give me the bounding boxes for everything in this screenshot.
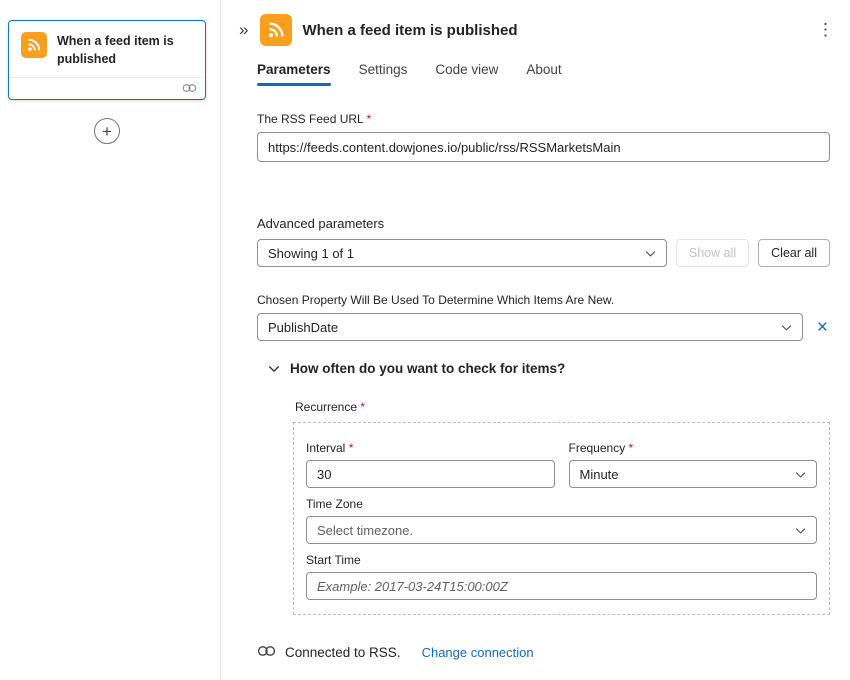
- clear-property-button[interactable]: ×: [815, 318, 830, 337]
- feed-url-label: The RSS Feed URL *: [257, 112, 830, 126]
- change-connection-link[interactable]: Change connection: [422, 645, 534, 660]
- connection-icon: [257, 645, 276, 660]
- trigger-card-title: When a feed item is published: [57, 32, 193, 68]
- app-root: When a feed item is published + »: [0, 0, 850, 680]
- required-asterisk: *: [349, 441, 354, 455]
- interval-input[interactable]: [306, 460, 555, 488]
- frequency-dropdown[interactable]: Minute: [569, 460, 818, 488]
- interval-label: Interval *: [306, 441, 555, 455]
- flow-canvas: When a feed item is published +: [0, 0, 221, 680]
- frequency-label: Frequency *: [569, 441, 818, 455]
- timezone-dropdown[interactable]: Select timezone.: [306, 516, 817, 544]
- show-all-button[interactable]: Show all: [676, 239, 749, 267]
- frequency-field: Frequency * Minute: [569, 432, 818, 488]
- connection-icon: [182, 80, 197, 98]
- recurrence-section-toggle[interactable]: How often do you want to check for items…: [267, 361, 830, 376]
- trigger-card[interactable]: When a feed item is published: [8, 20, 206, 100]
- timezone-label: Time Zone: [306, 497, 817, 511]
- chevron-down-icon: [267, 362, 281, 376]
- chevron-down-icon: [794, 468, 807, 481]
- chosen-property-label: Chosen Property Will Be Used To Determin…: [257, 293, 830, 307]
- chevron-down-icon: [794, 524, 807, 537]
- advanced-parameters-label: Advanced parameters: [257, 216, 830, 231]
- tab-about[interactable]: About: [526, 62, 561, 86]
- feed-url-input[interactable]: [257, 132, 830, 162]
- trigger-card-body: When a feed item is published: [9, 21, 205, 77]
- chosen-property-field: Chosen Property Will Be Used To Determin…: [257, 293, 830, 341]
- collapse-panel-button[interactable]: »: [237, 18, 250, 42]
- rss-icon: [260, 14, 292, 46]
- connection-footer: Connected to RSS. Change connection: [221, 631, 850, 680]
- clear-all-button[interactable]: Clear all: [758, 239, 830, 267]
- advanced-parameters-row: Showing 1 of 1 Show all Clear all: [257, 239, 830, 267]
- trigger-card-footer: [9, 77, 205, 99]
- tab-settings[interactable]: Settings: [359, 62, 408, 86]
- chevron-down-icon: [644, 247, 657, 260]
- details-panel: » When a feed item is published ⋮ Parame…: [221, 0, 850, 680]
- tab-bar: Parameters Settings Code view About: [257, 62, 830, 86]
- advanced-parameters-dropdown[interactable]: Showing 1 of 1: [257, 239, 667, 267]
- required-asterisk: *: [360, 400, 365, 414]
- rss-icon: [21, 32, 47, 58]
- tab-parameters[interactable]: Parameters: [257, 62, 331, 86]
- panel-header: » When a feed item is published ⋮: [237, 14, 840, 46]
- add-action-button[interactable]: +: [94, 118, 120, 144]
- connected-status: Connected to RSS.: [285, 645, 401, 660]
- chevron-down-icon: [780, 321, 793, 334]
- recurrence-label: Recurrence *: [295, 400, 830, 414]
- recurrence-editor: Interval * Frequency * Minute: [293, 422, 830, 615]
- more-menu-button[interactable]: ⋮: [811, 18, 840, 42]
- required-asterisk: *: [629, 441, 634, 455]
- required-asterisk: *: [367, 112, 372, 126]
- tab-code-view[interactable]: Code view: [435, 62, 498, 86]
- parameters-content: The RSS Feed URL * Advanced parameters S…: [257, 112, 830, 615]
- panel-title: When a feed item is published: [302, 22, 801, 39]
- chosen-property-dropdown[interactable]: PublishDate: [257, 313, 803, 341]
- start-time-input[interactable]: [306, 572, 817, 600]
- plus-icon: +: [102, 123, 112, 140]
- start-time-label: Start Time: [306, 553, 817, 567]
- feed-url-field: The RSS Feed URL *: [257, 112, 830, 162]
- interval-field: Interval *: [306, 432, 555, 488]
